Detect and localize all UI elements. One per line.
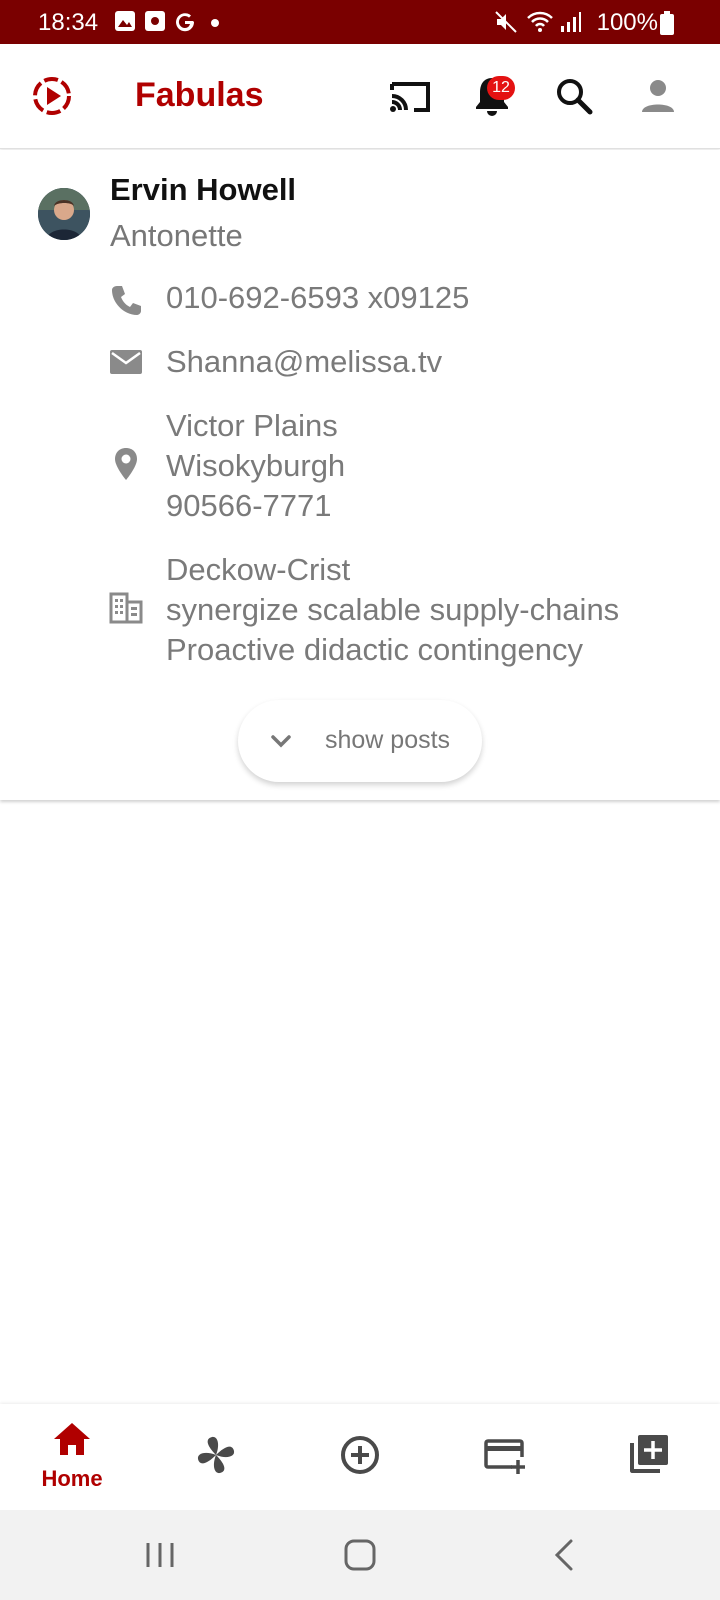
app-logo-icon[interactable] <box>30 74 74 118</box>
nav-item-pinwheel[interactable] <box>144 1404 288 1510</box>
add-circle-icon <box>341 1436 379 1474</box>
system-navigation-bar <box>0 1510 720 1600</box>
signal-icon <box>561 12 581 32</box>
dot-icon <box>211 19 219 27</box>
nav-home-label: Home <box>41 1466 103 1491</box>
cast-icon[interactable] <box>388 74 432 118</box>
nav-item-card-add[interactable] <box>432 1404 576 1510</box>
business-icon <box>109 592 143 624</box>
app-bar: Fabulas 12 <box>0 44 720 149</box>
nav-item-add[interactable] <box>288 1404 432 1510</box>
address-city: Wisokyburgh <box>166 448 346 483</box>
avatar <box>38 188 90 240</box>
battery-level: 100% <box>596 9 658 36</box>
account-icon[interactable] <box>636 74 680 118</box>
status-bar: 18:34 100% <box>0 0 720 44</box>
address-street: Victor Plains <box>166 408 338 443</box>
nav-item-library-add[interactable] <box>576 1404 720 1510</box>
company-bs: synergize scalable supply-chains <box>166 592 620 627</box>
search-icon[interactable] <box>552 74 596 118</box>
avatar-image <box>38 188 90 240</box>
app-title: Fabulas <box>135 76 264 114</box>
user-username: Antonette <box>110 218 243 253</box>
address-zipcode: 90566-7771 <box>166 488 332 523</box>
email-address[interactable]: Shanna@melissa.tv <box>166 342 442 382</box>
wifi-icon <box>527 11 553 32</box>
image-icon <box>115 11 135 31</box>
screen-record-icon <box>145 11 165 31</box>
show-posts-label: show posts <box>325 726 451 754</box>
library-add-icon <box>630 1435 668 1473</box>
show-posts-button[interactable]: show posts <box>238 700 482 782</box>
notification-badge: 12 <box>487 76 515 100</box>
location-pin-icon <box>115 448 137 480</box>
user-name: Ervin Howell <box>110 172 297 207</box>
card-add-icon <box>484 1439 525 1474</box>
back-icon[interactable] <box>545 1535 585 1575</box>
home-icon <box>54 1423 90 1455</box>
battery-icon <box>660 11 674 35</box>
home-button-icon[interactable] <box>340 1535 380 1575</box>
chevron-down-icon <box>271 735 291 748</box>
user-card: Ervin Howell Antonette 010-692-6593 x091… <box>0 150 720 800</box>
mute-icon <box>495 11 517 33</box>
nav-item-home[interactable]: Home <box>0 1404 144 1510</box>
pinwheel-icon <box>197 1436 235 1474</box>
google-icon <box>176 13 195 32</box>
status-time: 18:34 <box>38 9 99 36</box>
company-name: Deckow-Crist <box>166 552 351 587</box>
recent-apps-icon[interactable] <box>140 1535 180 1575</box>
bottom-navigation: Home <box>0 1404 720 1510</box>
email-icon <box>110 350 142 374</box>
company-catch-phrase: Proactive didactic contingency <box>166 632 584 667</box>
phone-icon <box>112 286 141 315</box>
phone-number[interactable]: 010-692-6593 x09125 <box>166 278 469 318</box>
